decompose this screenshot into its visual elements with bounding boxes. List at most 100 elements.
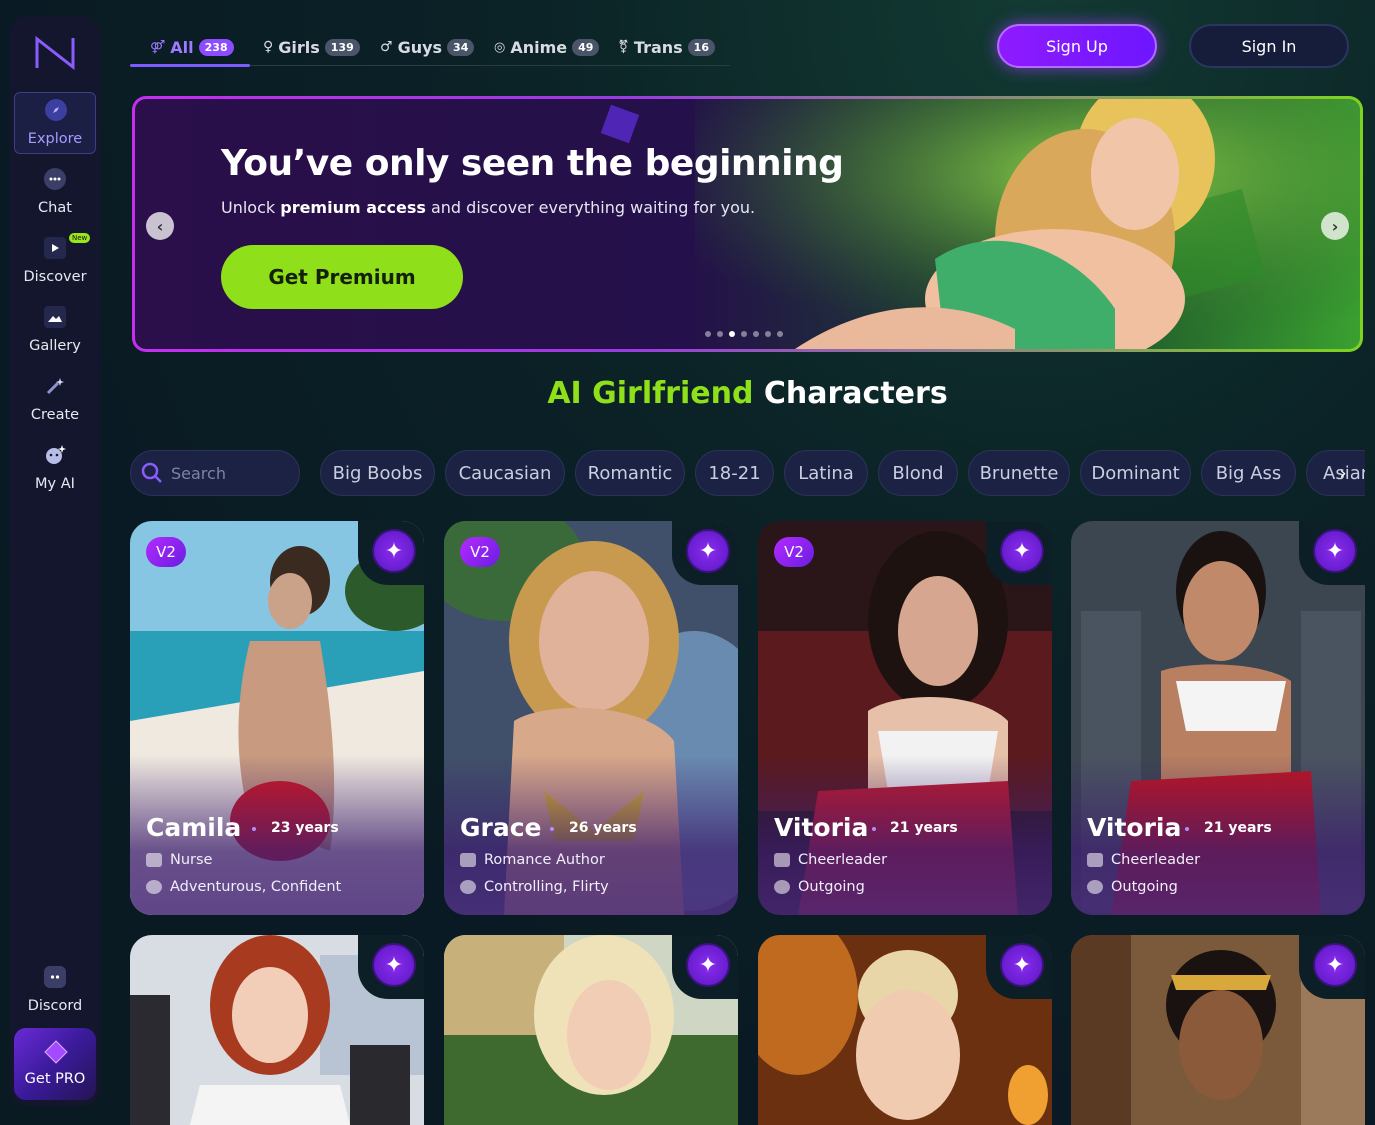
search-icon (141, 462, 162, 483)
sparkle-icon: ✦ (1325, 952, 1345, 978)
chevron-right-icon[interactable]: › (1328, 458, 1358, 488)
filter-chip[interactable]: Romantic (575, 450, 685, 496)
decor-cube (600, 104, 640, 144)
character-card[interactable]: ✦ (1071, 935, 1365, 1125)
character-occupation: Cheerleader (774, 852, 887, 868)
sidebar-item-label: Discord (27, 998, 83, 1014)
tab-label: All (170, 37, 194, 57)
sparkle-icon: ✦ (1325, 538, 1345, 564)
new-badge: New (69, 233, 91, 243)
banner-prev-button[interactable]: ‹ (146, 212, 174, 240)
search-input[interactable]: Search (130, 450, 300, 496)
sign-in-button[interactable]: Sign In (1189, 24, 1349, 68)
character-card[interactable]: ✦ V2 Grace 26 years Romance Author Contr… (444, 521, 738, 915)
banner-character-image (695, 99, 1360, 349)
banner-next-button[interactable]: › (1321, 212, 1349, 240)
add-favorite-button[interactable]: ✦ (1000, 529, 1044, 573)
tab-all[interactable]: ⚤ All 238 (150, 34, 234, 60)
character-card[interactable]: ✦ (444, 935, 738, 1125)
search-placeholder: Search (171, 463, 226, 483)
section-title: AI Girlfriend Characters (0, 376, 1375, 411)
character-card[interactable]: ✦ V2 Camila 23 years Nurse Adventurous, … (130, 521, 424, 915)
tab-anime[interactable]: ◎ Anime 49 (494, 34, 600, 60)
tab-count: 16 (687, 38, 715, 56)
sign-up-button[interactable]: Sign Up (997, 24, 1157, 68)
character-card[interactable]: ✦ (758, 935, 1052, 1125)
carousel-dot[interactable] (777, 331, 783, 337)
play-icon (44, 237, 66, 259)
character-traits: Controlling, Flirty (460, 879, 609, 895)
filter-chip[interactable]: Big Boobs (320, 450, 435, 496)
briefcase-icon (146, 853, 162, 867)
briefcase-icon (1087, 853, 1103, 867)
personality-icon (1087, 880, 1103, 894)
tab-guys[interactable]: ♂ Guys 34 (380, 34, 475, 60)
tab-label: Girls (278, 37, 320, 57)
tab-trans[interactable]: ⚧ Trans 16 (618, 34, 715, 60)
carousel-dot[interactable] (753, 331, 759, 337)
character-age: 21 years (890, 820, 958, 836)
male-icon: ♂ (380, 39, 393, 55)
tab-label: Guys (397, 37, 443, 57)
discord-icon (44, 966, 66, 988)
character-name: Grace (460, 813, 542, 842)
sidebar-item-discord[interactable]: Discord (14, 960, 96, 1022)
add-favorite-button[interactable]: ✦ (1000, 943, 1044, 987)
sidebar: Explore Chat New Discover Gallery Create… (10, 16, 100, 1106)
all-gender-icon: ⚤ (150, 39, 166, 55)
sparkle-icon: ✦ (384, 538, 404, 564)
add-favorite-button[interactable]: ✦ (1313, 529, 1357, 573)
personality-icon (774, 880, 790, 894)
carousel-dot[interactable] (765, 331, 771, 337)
sidebar-item-my-ai[interactable]: My AI (14, 438, 96, 500)
carousel-dot[interactable] (705, 331, 711, 337)
tab-count: 34 (447, 38, 475, 56)
character-name: Camila (146, 813, 242, 842)
chevron-left-icon: ‹ (156, 216, 164, 236)
tab-girls[interactable]: ♀ Girls 139 (263, 34, 360, 60)
sidebar-item-discover[interactable]: New Discover (14, 231, 96, 293)
character-card[interactable]: ✦ Vitoria 21 years Cheerleader Outgoing (1071, 521, 1365, 915)
sidebar-item-label: Chat (38, 200, 72, 216)
sidebar-item-chat[interactable]: Chat (14, 162, 96, 224)
filter-chip[interactable]: Big Ass (1201, 450, 1296, 496)
get-pro-button[interactable]: Get PRO (14, 1028, 96, 1100)
banner-subtitle: Unlock premium access and discover every… (221, 198, 756, 217)
female-icon: ♀ (263, 39, 274, 55)
app-logo[interactable] (34, 36, 76, 70)
filter-chip[interactable]: Blond (878, 450, 958, 496)
diamond-icon (44, 1040, 68, 1064)
filter-chip[interactable]: Dominant (1080, 450, 1191, 496)
character-traits: Outgoing (1087, 879, 1178, 895)
filter-chip[interactable]: 18-21 (695, 450, 774, 496)
add-favorite-button[interactable]: ✦ (372, 529, 416, 573)
compass-icon (45, 99, 67, 121)
filter-chip[interactable]: Caucasian (445, 450, 565, 496)
briefcase-icon (774, 853, 790, 867)
get-premium-button[interactable]: Get Premium (221, 245, 463, 309)
tab-label: Anime (510, 37, 568, 57)
section-title-rest: Characters (763, 376, 948, 411)
sidebar-item-explore[interactable]: Explore (14, 92, 96, 154)
carousel-dot[interactable] (729, 331, 735, 337)
separator-dot (252, 827, 256, 831)
carousel-dot[interactable] (717, 331, 723, 337)
filter-chip[interactable]: Latina (784, 450, 868, 496)
carousel-dot[interactable] (741, 331, 747, 337)
character-occupation: Cheerleader (1087, 852, 1200, 868)
add-favorite-button[interactable]: ✦ (686, 529, 730, 573)
add-favorite-button[interactable]: ✦ (372, 943, 416, 987)
ai-face-icon (44, 444, 66, 466)
image-icon (44, 306, 66, 328)
character-card[interactable]: ✦ (130, 935, 424, 1125)
separator-dot (1185, 827, 1189, 831)
character-card[interactable]: ✦ V2 Vitoria 21 years Cheerleader Outgoi… (758, 521, 1052, 915)
add-favorite-button[interactable]: ✦ (1313, 943, 1357, 987)
sidebar-item-gallery[interactable]: Gallery (14, 300, 96, 362)
trans-icon: ⚧ (618, 39, 629, 55)
chat-bubble-icon (44, 168, 66, 190)
add-favorite-button[interactable]: ✦ (686, 943, 730, 987)
character-age: 21 years (1204, 820, 1272, 836)
filter-chip[interactable]: Brunette (968, 450, 1070, 496)
tab-count: 238 (198, 38, 234, 56)
